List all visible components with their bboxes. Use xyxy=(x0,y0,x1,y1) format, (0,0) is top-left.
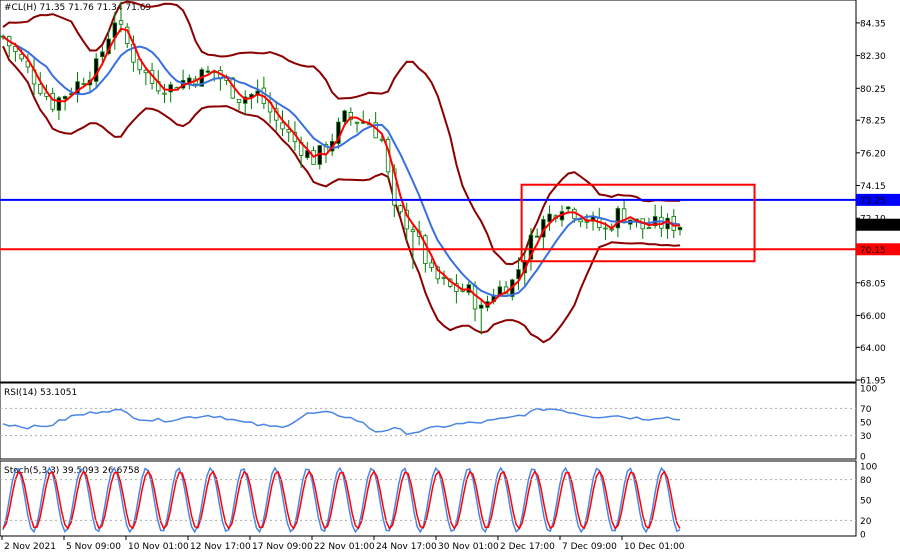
rsi-header: RSI(14) 53.1051 xyxy=(4,388,77,398)
candle-body xyxy=(205,70,211,73)
candle-body xyxy=(56,97,62,111)
price-tick-label: 80.25 xyxy=(860,85,886,95)
candle-body xyxy=(81,83,86,85)
candle-body xyxy=(566,206,571,210)
time-tick-label: 24 Nov 17:00 xyxy=(376,542,437,552)
price-level-label: 70.15 xyxy=(860,246,886,256)
stoch-header: Stoch(5,3,3) 39.5093 26.6758 xyxy=(4,466,140,476)
price-tick-label: 76.20 xyxy=(860,149,886,159)
time-tick-label: 17 Nov 09:00 xyxy=(252,542,313,552)
time-tick-label: 12 Nov 17:00 xyxy=(190,542,251,552)
candle-body xyxy=(547,213,552,223)
price-panel-header: #CL(H) 71.35 71.76 71.34 71.69 xyxy=(4,3,151,13)
time-tick-label: 2 Nov 2021 xyxy=(4,542,56,552)
candle-body xyxy=(603,227,608,230)
candle-body xyxy=(578,219,583,223)
current-price-label: 71.69 xyxy=(860,221,886,231)
candle-body xyxy=(162,92,167,95)
price-level-label: 73.25 xyxy=(860,196,886,206)
stoch-tick-label: 20 xyxy=(860,517,872,527)
candle-body xyxy=(646,227,652,229)
price-tick-label: 84.35 xyxy=(860,19,886,29)
price-tick-label: 74.15 xyxy=(860,182,886,192)
price-tick-label: 64.00 xyxy=(860,344,886,354)
price-tick-label: 82.30 xyxy=(860,52,886,62)
trading-chart[interactable]: #CL(H) 71.35 71.76 71.34 71.69 73.25 70.1… xyxy=(0,0,900,555)
candle-body xyxy=(280,122,285,130)
candle-body xyxy=(100,51,105,58)
time-tick-label: 22 Nov 01:00 xyxy=(314,542,375,552)
candle-body xyxy=(479,304,484,309)
price-tick-label: 78.25 xyxy=(860,117,886,127)
candle-body xyxy=(342,110,347,123)
rsi-tick-label: 70 xyxy=(860,405,872,415)
candle-body xyxy=(410,229,416,233)
candle-body xyxy=(93,58,99,82)
time-tick-label: 5 Nov 09:00 xyxy=(66,542,121,552)
time-tick-label: 30 Nov 01:00 xyxy=(438,542,499,552)
candle-body xyxy=(677,227,683,231)
stoch-tick-label: 100 xyxy=(860,463,877,473)
time-tick-label: 10 Dec 01:00 xyxy=(624,542,685,552)
candle-body xyxy=(50,92,55,110)
candle-body xyxy=(354,121,360,124)
stoch-tick-label: 0 xyxy=(860,531,866,541)
candle-body xyxy=(472,285,478,310)
rsi-tick-label: 100 xyxy=(860,385,877,395)
candle-body xyxy=(236,98,242,103)
price-tick-label: 68.05 xyxy=(860,279,886,289)
stoch-tick-label: 50 xyxy=(860,497,872,507)
time-tick-label: 2 Dec 17:00 xyxy=(500,542,555,552)
candle-body xyxy=(534,235,540,238)
candle-body xyxy=(398,205,403,213)
rsi-tick-label: 50 xyxy=(860,419,872,429)
price-tick-label: 66.00 xyxy=(860,312,886,322)
candle-body xyxy=(62,96,68,100)
rsi-tick-label: 30 xyxy=(860,432,872,442)
stoch-tick-label: 80 xyxy=(860,476,872,486)
candle-body xyxy=(118,20,124,25)
candle-body xyxy=(38,83,43,94)
time-tick-label: 7 Dec 09:00 xyxy=(562,542,617,552)
time-tick-label: 10 Nov 01:00 xyxy=(128,542,189,552)
candle-body xyxy=(615,208,621,229)
rsi-tick-label: 0 xyxy=(860,453,866,463)
candle-body xyxy=(429,262,434,268)
